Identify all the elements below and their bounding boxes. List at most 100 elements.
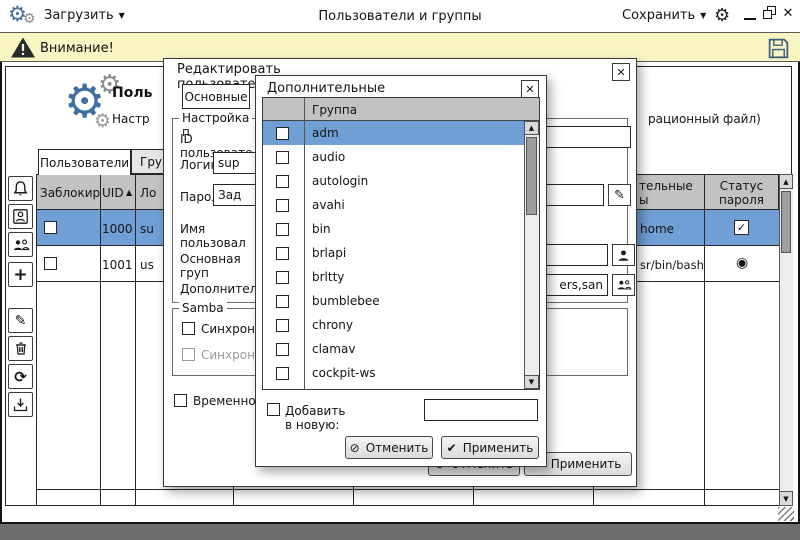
user-card-icon bbox=[12, 208, 29, 225]
group-row[interactable]: bumblebee bbox=[263, 289, 524, 313]
group-name: adm bbox=[312, 126, 339, 140]
scrollbar-thumb[interactable] bbox=[781, 191, 791, 253]
save-menu-label: Сохранить bbox=[622, 8, 695, 23]
cell-login-fragment: su bbox=[140, 222, 154, 236]
group-checkbox[interactable] bbox=[276, 367, 289, 380]
group-row[interactable]: chrony bbox=[263, 313, 524, 337]
load-menu-button[interactable]: Загрузить ▼ bbox=[44, 8, 125, 23]
temporary-account-checkbox[interactable] bbox=[174, 394, 187, 407]
app-gears-icon: ⚙ bbox=[23, 11, 36, 27]
group-row[interactable]: cockpit-ws bbox=[263, 361, 524, 385]
group-checkbox[interactable] bbox=[276, 223, 289, 236]
group-name: brlapi bbox=[312, 246, 346, 260]
col-header-password-status[interactable]: Статус bbox=[704, 179, 779, 193]
select-extra-groups-button[interactable] bbox=[612, 274, 635, 296]
col-header-groups-fragment[interactable]: ы bbox=[639, 193, 648, 207]
load-menu-label: Загрузить bbox=[44, 8, 114, 23]
group-checkbox[interactable] bbox=[276, 271, 289, 284]
password-value: Зад bbox=[218, 188, 241, 202]
fullname-label: Имя пользовал bbox=[180, 222, 246, 250]
bell-icon bbox=[12, 180, 29, 197]
tab-basic-label: Основные bbox=[184, 90, 247, 104]
tab-users[interactable]: Пользователи bbox=[38, 149, 131, 175]
maximize-button[interactable] bbox=[763, 6, 777, 20]
password-status-checked-icon: ✓ bbox=[734, 220, 749, 235]
sort-ascending-icon: ▲ bbox=[126, 188, 132, 197]
samba-sync-checkbox[interactable] bbox=[182, 322, 195, 335]
group-row[interactable]: autologin bbox=[263, 169, 524, 193]
group-name: brltty bbox=[312, 270, 344, 284]
group-name: cockpit-ws bbox=[312, 366, 376, 380]
col-header-groups-fragment[interactable]: тельные bbox=[639, 179, 693, 193]
edit-user-button[interactable]: ✎ bbox=[8, 308, 33, 333]
group-checkbox[interactable] bbox=[276, 343, 289, 356]
col-header-password-status[interactable]: пароля bbox=[704, 193, 779, 207]
list-column-divider bbox=[304, 98, 305, 389]
delete-user-button[interactable] bbox=[8, 336, 33, 361]
warning-text: Внимание! bbox=[40, 41, 114, 56]
user-groups-button[interactable] bbox=[8, 232, 33, 257]
group-checkbox[interactable] bbox=[276, 127, 289, 140]
edit-password-button[interactable]: ✎ bbox=[608, 184, 631, 206]
cell-path-fragment: sr/bin/bash bbox=[640, 258, 704, 272]
add-new-group-checkbox[interactable] bbox=[267, 403, 280, 416]
group-row[interactable]: clamav bbox=[263, 337, 524, 361]
save-file-icon[interactable] bbox=[766, 36, 791, 61]
page-subtitle-fragment: Настр bbox=[112, 112, 150, 126]
row-blocked-checkbox[interactable] bbox=[44, 221, 57, 234]
group-row[interactable]: audio bbox=[263, 145, 524, 169]
download-icon bbox=[12, 397, 29, 413]
export-button[interactable] bbox=[8, 392, 33, 417]
user-card-button[interactable] bbox=[8, 204, 33, 229]
col-header-login-fragment[interactable]: Ло bbox=[140, 186, 156, 200]
col-header-uid[interactable]: UID bbox=[102, 186, 124, 200]
group-checkbox[interactable] bbox=[276, 319, 289, 332]
group-row[interactable]: brlapi bbox=[263, 241, 524, 265]
group-checkbox[interactable] bbox=[276, 247, 289, 260]
chevron-down-icon: ▼ bbox=[119, 11, 125, 20]
extra-groups-value: ers,san bbox=[559, 278, 603, 292]
settings-gear-button[interactable]: ⚙ bbox=[714, 5, 730, 26]
row-blocked-checkbox[interactable] bbox=[44, 257, 57, 270]
save-menu-button[interactable]: Сохранить ▼ bbox=[622, 8, 706, 23]
cancel-button[interactable]: ⊘ Отменить bbox=[345, 436, 433, 459]
samba-sync2-checkbox[interactable] bbox=[182, 348, 195, 361]
group-row[interactable]: bin bbox=[263, 217, 524, 241]
config-file-fragment: рационный файл) bbox=[648, 112, 761, 126]
select-primary-group-button[interactable] bbox=[612, 244, 635, 266]
notifications-button[interactable] bbox=[8, 176, 33, 201]
password-status-radio-icon: ◉ bbox=[736, 255, 748, 271]
new-group-input[interactable] bbox=[424, 399, 538, 421]
scroll-up-icon[interactable]: ▲ bbox=[779, 174, 793, 189]
minimize-button[interactable] bbox=[744, 10, 756, 20]
close-icon[interactable]: ✕ bbox=[612, 63, 630, 81]
scroll-down-icon[interactable]: ▼ bbox=[779, 491, 793, 506]
titlebar: ⚙ ⚙ Загрузить ▼ Пользователи и группы Со… bbox=[0, 0, 800, 32]
group-checkbox[interactable] bbox=[276, 151, 289, 164]
trash-icon bbox=[13, 340, 29, 357]
logo-gear-icon: ⚙ bbox=[94, 110, 111, 132]
group-column-header[interactable]: Группа bbox=[312, 103, 357, 117]
samba-groupbox-label: Samba bbox=[179, 301, 227, 315]
scroll-down-icon[interactable]: ▼ bbox=[524, 375, 539, 389]
close-window-button[interactable]: ✕ bbox=[781, 6, 795, 20]
apply-button[interactable]: ✔ Применить bbox=[441, 436, 539, 459]
refresh-button[interactable]: ⟳ bbox=[8, 364, 33, 389]
tab-basic[interactable]: Основные bbox=[182, 84, 250, 109]
close-icon[interactable]: ✕ bbox=[521, 80, 539, 98]
group-row-selected[interactable]: adm bbox=[263, 121, 524, 145]
col-header-blocked[interactable]: Заблокир bbox=[40, 186, 100, 200]
scrollbar-thumb[interactable] bbox=[526, 137, 537, 215]
users-icon bbox=[12, 237, 30, 253]
group-row[interactable]: brltty bbox=[263, 265, 524, 289]
group-checkbox[interactable] bbox=[276, 295, 289, 308]
scroll-up-icon[interactable]: ▲ bbox=[524, 121, 539, 135]
group-checkbox[interactable] bbox=[276, 175, 289, 188]
user-icon bbox=[616, 248, 631, 263]
add-user-button[interactable]: + bbox=[8, 262, 33, 287]
resize-grip[interactable] bbox=[778, 507, 794, 521]
window-title: Пользователи и группы bbox=[200, 9, 600, 24]
group-checkbox[interactable] bbox=[276, 199, 289, 212]
group-row[interactable]: avahi bbox=[263, 193, 524, 217]
group-name: autologin bbox=[312, 174, 368, 188]
